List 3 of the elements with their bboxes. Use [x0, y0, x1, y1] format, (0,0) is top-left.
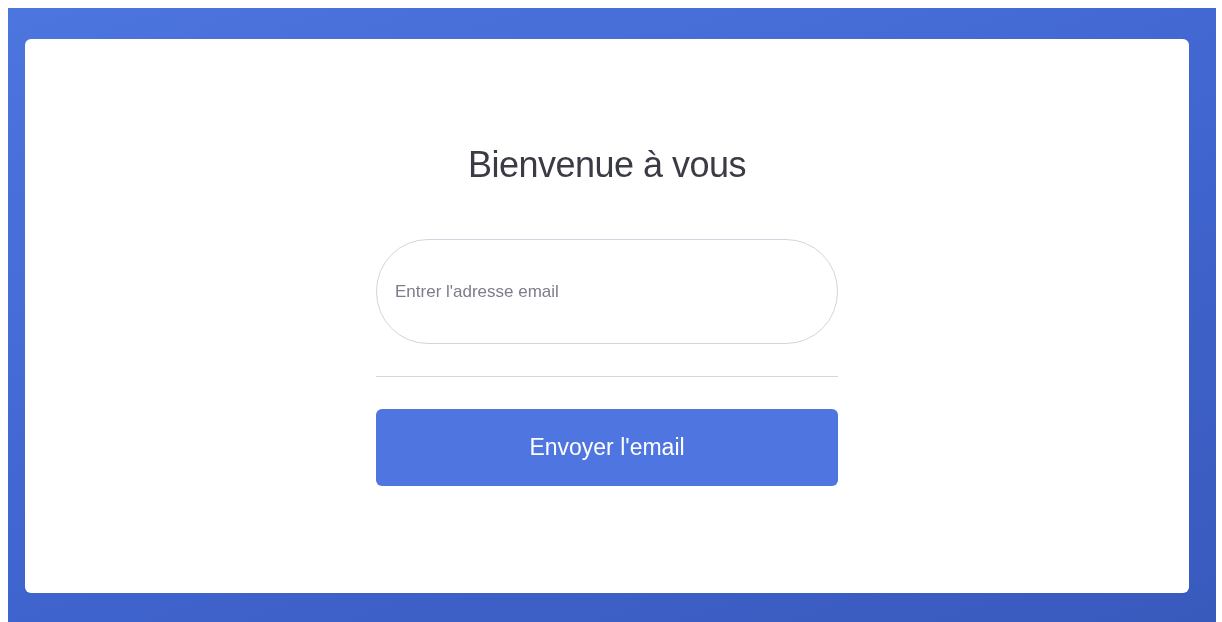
email-field[interactable]: Entrer l'adresse email	[376, 239, 838, 344]
welcome-heading: Bienvenue à vous	[467, 143, 747, 187]
send-email-button[interactable]: Envoyer l'email	[376, 409, 838, 486]
